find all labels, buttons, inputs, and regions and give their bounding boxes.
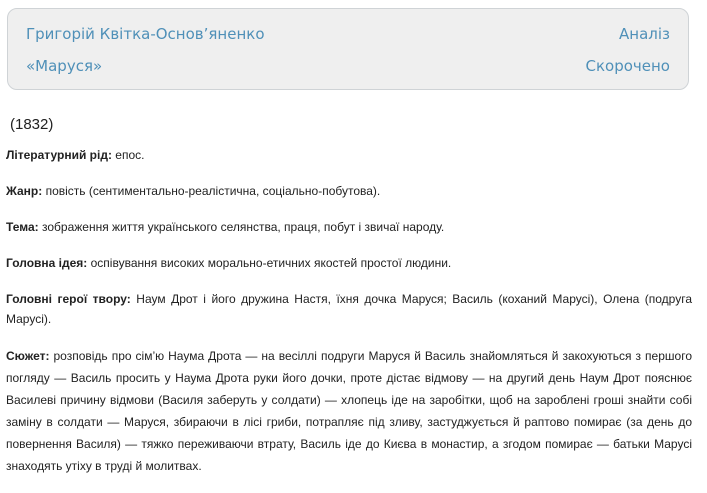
navigation-header: Григорій Квітка-Основ’яненко «Маруся» Ан… [7,8,689,90]
literary-type-label: Літературний рід: [6,148,112,162]
main-idea-paragraph: Головна ідея: оспівування високих мораль… [6,253,692,273]
analysis-link[interactable]: Аналіз [619,25,670,43]
literary-type-value: епос. [111,148,145,162]
author-link[interactable]: Григорій Квітка-Основ’яненко [26,25,265,43]
publication-year: (1832) [10,116,54,133]
theme-label: Тема: [6,220,39,234]
main-idea-value: оспівування високих морально-етичних яко… [87,256,452,270]
characters-paragraph: Головні герої твору: Наум Дрот і його др… [6,289,692,329]
plot-paragraph: Сюжет: розповідь про сім’ю Наума Дрота —… [6,345,692,477]
plot-label: Сюжет: [6,349,50,363]
theme-paragraph: Тема: зображення життя українського селя… [6,217,692,237]
plot-value: розповідь про сім’ю Наума Дрота — на вес… [6,349,692,473]
work-title-link[interactable]: «Маруся» [26,57,102,75]
main-idea-label: Головна ідея: [6,256,88,270]
summary-link[interactable]: Скорочено [586,57,671,75]
theme-value: зображення життя українського селянства,… [38,220,445,234]
genre-label: Жанр: [6,184,43,198]
genre-value: повість (сентиментально-реалістична, соц… [42,184,381,198]
genre-paragraph: Жанр: повість (сентиментально-реалістичн… [6,181,692,201]
characters-label: Головні герої твору: [6,292,131,306]
literary-type-paragraph: Літературний рід: епос. [6,145,692,165]
article-body: (1832) Літературний рід: епос. Жанр: пов… [6,115,692,493]
